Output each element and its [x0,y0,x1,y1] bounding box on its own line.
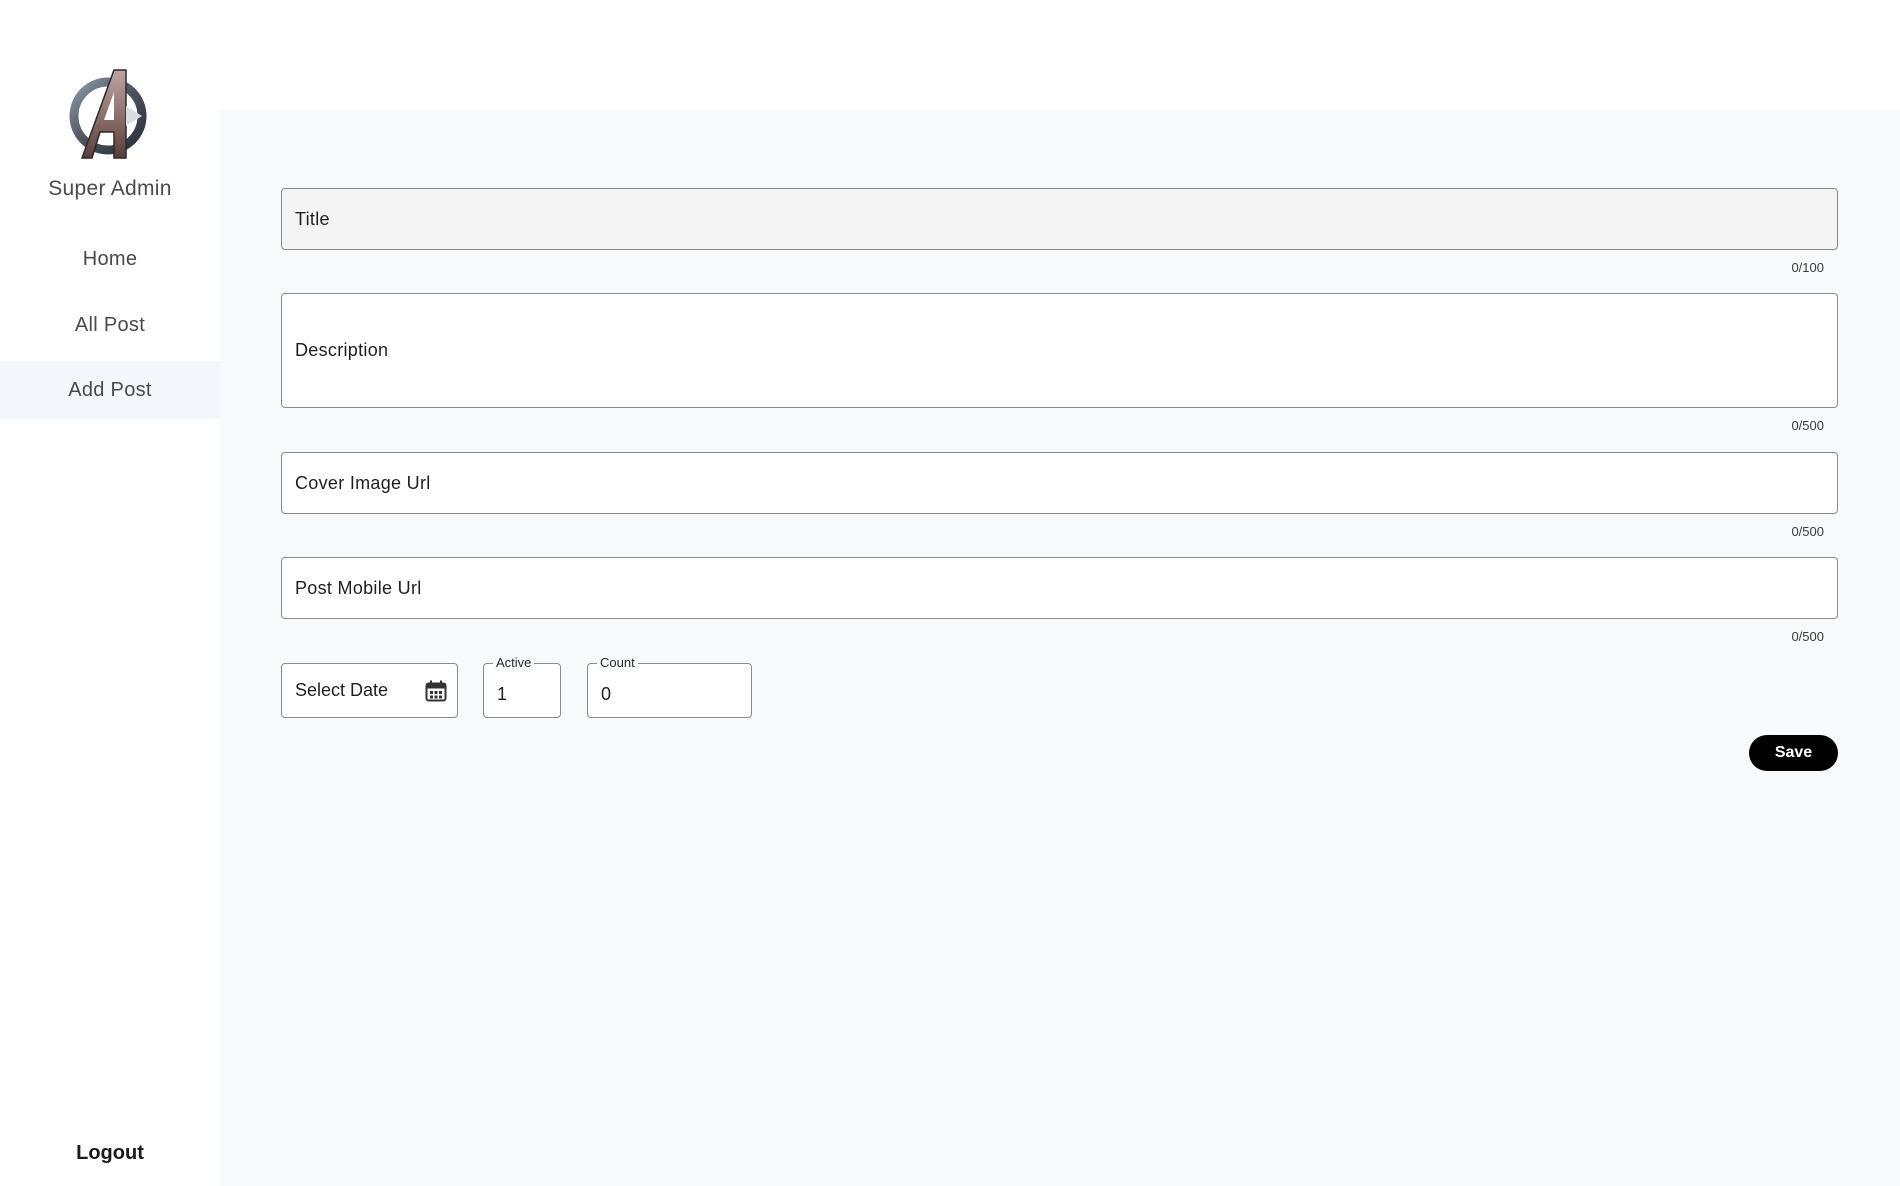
sidebar-item-all-post[interactable]: All Post [0,296,220,354]
date-picker-label: Select Date [295,680,389,700]
title-field[interactable]: Title [281,188,1838,250]
sidebar: Super Admin Home All Post Add Post Logou… [0,0,220,1186]
title-field-label: Title [295,208,330,229]
app: Super Admin Home All Post Add Post Logou… [0,0,1900,1186]
user-name: Super Admin [48,177,172,200]
count-value: 0 [601,684,612,704]
main-content [220,110,1900,1186]
post-mobile-url-field[interactable]: Post Mobile Url [281,557,1838,619]
title-counter: 0/100 [1791,260,1824,275]
count-field[interactable]: Count 0 [587,655,752,718]
sidebar-item-home[interactable]: Home [0,230,220,288]
count-legend: Count [597,655,638,671]
active-value: 1 [497,684,508,704]
cover-image-url-field[interactable]: Cover Image Url [281,452,1838,514]
description-counter: 0/500 [1791,418,1824,433]
cover-image-url-field-label: Cover Image Url [295,472,431,493]
sidebar-item-add-post[interactable]: Add Post [0,361,220,419]
cover-image-url-counter: 0/500 [1791,524,1824,539]
post-mobile-url-field-label: Post Mobile Url [295,577,422,598]
description-field[interactable]: Description [281,293,1838,408]
avengers-logo-icon [68,66,152,160]
sidebar-item-label: All Post [74,313,146,336]
active-legend: Active [493,655,535,671]
sidebar-item-label: Home [82,247,138,270]
sidebar-item-label: Add Post [68,378,152,401]
post-mobile-url-counter: 0/500 [1791,629,1824,644]
logout-link[interactable]: Logout [0,1142,220,1165]
date-picker-field[interactable]: Select Date [281,663,458,718]
save-button[interactable]: Save [1749,735,1838,771]
active-field[interactable]: Active 1 [483,655,561,718]
description-field-label: Description [295,340,389,360]
calendar-icon[interactable] [425,680,447,702]
